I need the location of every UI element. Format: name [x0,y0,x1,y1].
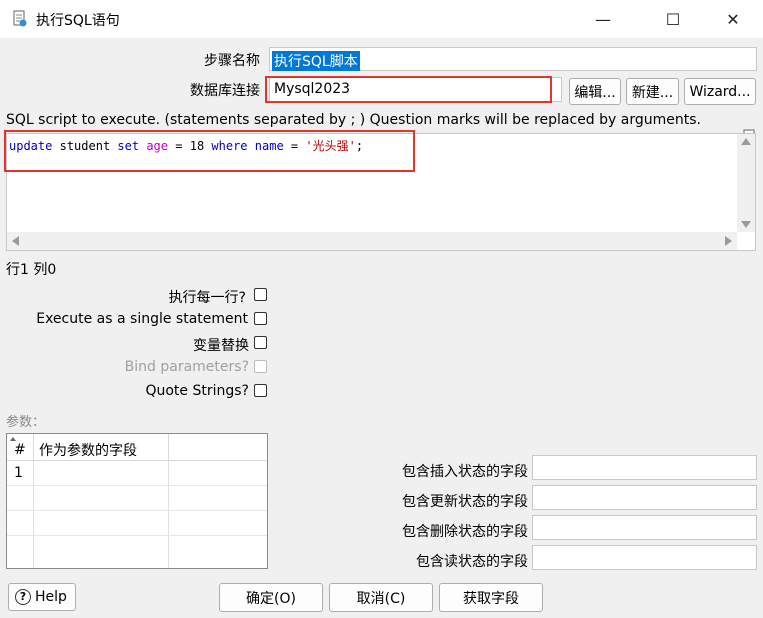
close-button[interactable]: ✕ [710,0,756,38]
cancel-button[interactable]: 取消(C) [329,583,433,612]
scroll-up-icon[interactable] [741,138,751,145]
maximize-button[interactable]: ☐ [650,0,696,38]
execute-each-row-label: 执行每一行? [168,290,246,306]
db-connection-label: 数据库连接 [190,83,260,99]
highlight-sql-statement [4,130,415,172]
quote-strings-checkbox[interactable] [254,384,267,397]
sort-up-icon [10,437,16,441]
horizontal-scrollbar[interactable] [7,232,737,250]
read-status-input[interactable] [532,545,757,570]
update-status-input[interactable] [532,485,757,510]
window-title: 执行SQL语句 [36,13,120,29]
help-button[interactable]: ? Help [8,583,76,611]
step-name-label: 步骤名称 [204,53,260,69]
edit-connection-button[interactable]: 编辑... [569,78,621,105]
single-statement-checkbox[interactable] [254,312,267,325]
ok-button[interactable]: 确定(O) [219,583,323,612]
delete-status-input[interactable] [532,515,757,540]
insert-status-label: 包含插入状态的字段 [402,464,528,480]
variable-substitution-checkbox[interactable] [254,336,267,349]
delete-status-label: 包含删除状态的字段 [402,524,528,540]
table-row [7,486,267,511]
quote-strings-label: Quote Strings? [145,383,249,399]
new-connection-button[interactable]: 新建... [626,78,679,105]
params-col-hash-label: # [14,442,26,458]
scroll-down-icon[interactable] [741,221,751,228]
params-label: 参数： [6,415,46,430]
table-row [7,536,267,568]
row-number: 1 [14,465,23,481]
single-statement-label: Execute as a single statement [36,311,248,327]
sql-instruction: SQL script to execute. (statements separ… [6,112,701,128]
app-icon [12,10,28,28]
step-name-value: 执行SQL脚本 [272,51,360,71]
table-row [7,511,267,536]
highlight-db-connection [265,76,552,103]
params-col-field[interactable]: 作为参数的字段 [34,434,169,460]
help-label: Help [35,589,67,605]
table-row[interactable]: 1 [7,461,267,486]
bind-parameters-checkbox [254,360,267,373]
cursor-position: 行1 列0 [6,262,57,278]
step-name-input[interactable]: 执行SQL脚本 [269,47,757,71]
scroll-left-icon[interactable] [12,236,19,246]
vertical-scrollbar[interactable] [737,134,755,232]
params-table[interactable]: # 作为参数的字段 1 [6,433,268,569]
get-fields-button[interactable]: 获取字段 [439,583,543,612]
help-icon: ? [15,589,31,605]
insert-status-input[interactable] [532,455,757,480]
read-status-label: 包含读状态的字段 [416,554,528,570]
params-col-field-label: 作为参数的字段 [39,443,137,459]
params-header: # 作为参数的字段 [7,434,267,461]
scroll-right-icon[interactable] [725,236,732,246]
update-status-label: 包含更新状态的字段 [402,494,528,510]
params-col-hash[interactable]: # [7,434,34,460]
variable-substitution-label: 变量替换 [193,338,249,354]
bind-parameters-label: Bind parameters? [124,359,249,375]
wizard-button[interactable]: Wizard... [684,78,756,105]
minimize-button[interactable]: — [580,0,626,38]
execute-each-row-checkbox[interactable] [254,288,267,301]
